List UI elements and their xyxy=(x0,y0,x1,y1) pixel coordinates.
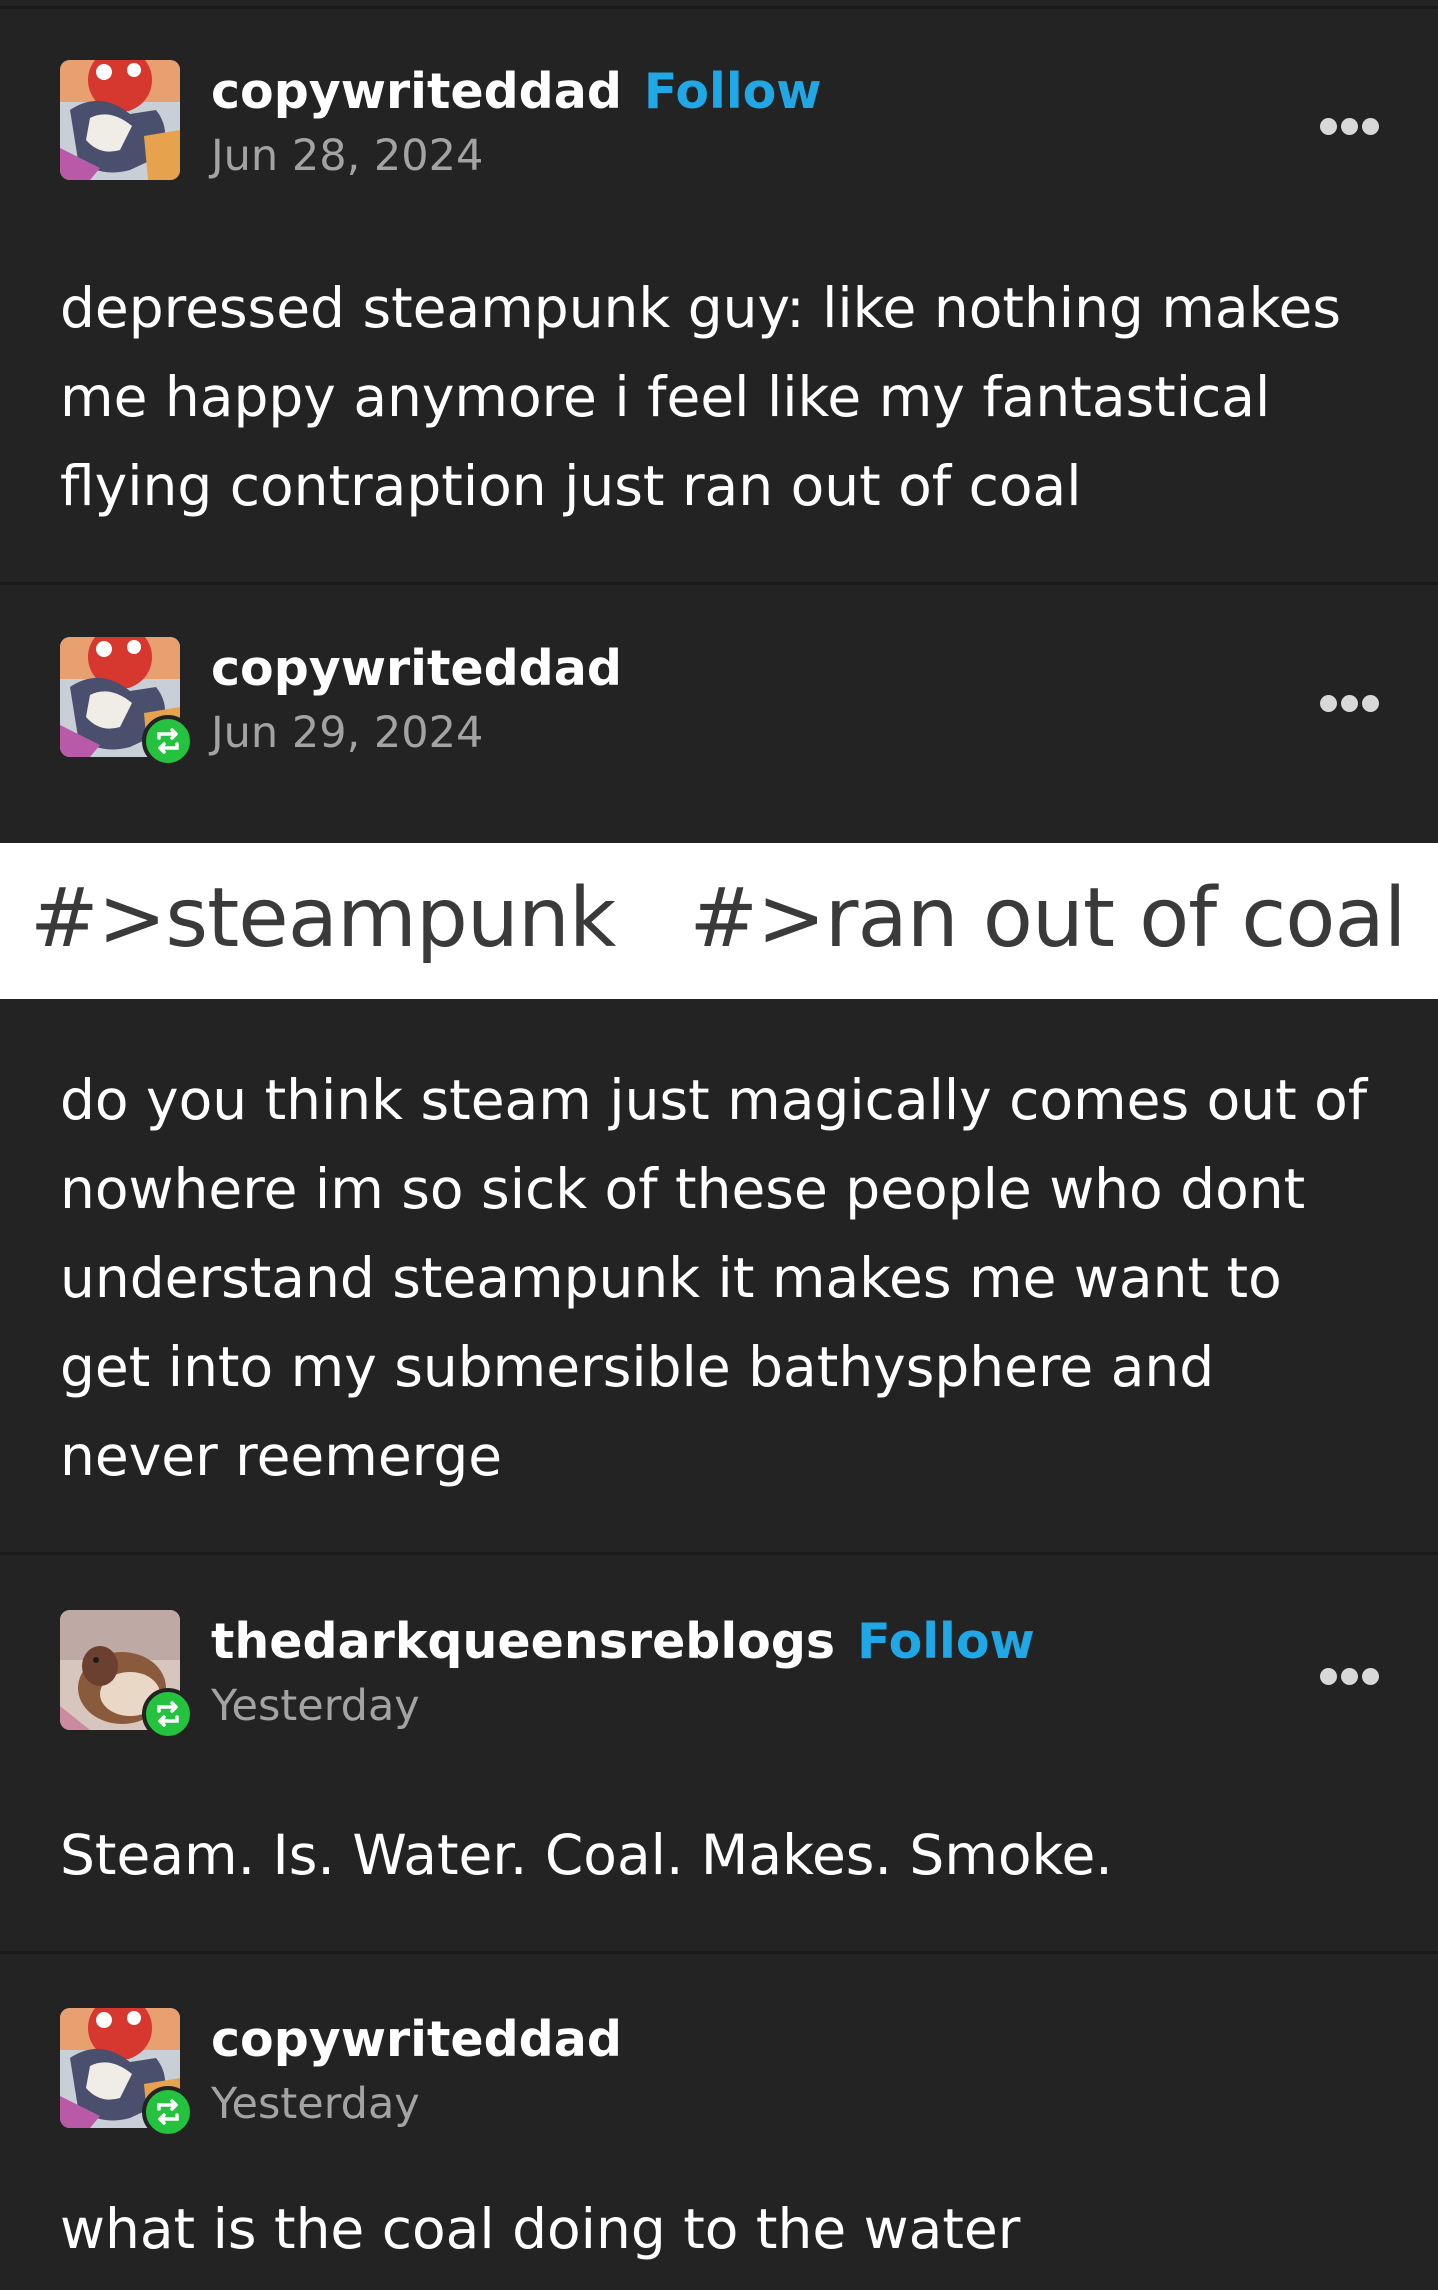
username-text[interactable]: copywriteddad xyxy=(211,640,622,697)
more-horizontal-icon[interactable] xyxy=(1318,693,1382,715)
post-text: Steam. Is. Water. Coal. Makes. Smoke. xyxy=(60,1823,1113,1887)
post-divider xyxy=(0,1552,1438,1555)
follow-button[interactable]: Follow xyxy=(644,63,822,120)
more-horizontal-icon[interactable] xyxy=(1318,116,1382,138)
post-date[interactable]: Yesterday xyxy=(211,1678,420,1734)
reblog-icon xyxy=(142,1688,194,1740)
post-1: copywriteddad Follow Jun 28, 2024 depress… xyxy=(0,0,1438,584)
post-divider xyxy=(0,1951,1438,1954)
username[interactable]: copywriteddad Follow xyxy=(211,62,822,122)
post-header: copywriteddad Yesterday xyxy=(0,2008,1438,2138)
username[interactable]: copywriteddad xyxy=(211,639,622,699)
reblog-icon xyxy=(142,715,194,767)
username-text[interactable]: copywriteddad xyxy=(211,63,622,120)
tags-image: #>steampunk #>ran out of coal xyxy=(0,843,1438,999)
avatar[interactable] xyxy=(60,60,180,180)
post-header: copywriteddad Jun 29, 2024 xyxy=(0,637,1438,767)
post-date[interactable]: Jun 28, 2024 xyxy=(211,128,483,184)
tag[interactable]: #>ran out of coal xyxy=(689,871,1406,966)
more-horizontal-icon[interactable] xyxy=(1318,1666,1382,1688)
username-text[interactable]: thedarkqueensreblogs xyxy=(211,1613,835,1670)
post-divider xyxy=(0,582,1438,585)
post-date[interactable]: Yesterday xyxy=(211,2076,420,2132)
post-date[interactable]: Jun 29, 2024 xyxy=(211,705,483,761)
tag-list: #>steampunk #>ran out of coal xyxy=(30,869,1407,969)
follow-button[interactable]: Follow xyxy=(857,1613,1035,1670)
tag[interactable]: #>steampunk xyxy=(30,871,616,966)
post-text: depressed steampunk guy: like nothing ma… xyxy=(60,276,1341,518)
post-header: thedarkqueensreblogs Follow Yesterday xyxy=(0,1610,1438,1740)
username[interactable]: thedarkqueensreblogs Follow xyxy=(211,1612,1035,1672)
username-text[interactable]: copywriteddad xyxy=(211,2011,622,2068)
post-text: do you think steam just magically comes … xyxy=(60,1068,1368,1488)
post-header: copywriteddad Follow Jun 28, 2024 xyxy=(0,60,1438,184)
post-text: what is the coal doing to the water xyxy=(60,2197,1021,2261)
reblog-icon xyxy=(142,2086,194,2138)
username[interactable]: copywriteddad xyxy=(211,2010,622,2070)
